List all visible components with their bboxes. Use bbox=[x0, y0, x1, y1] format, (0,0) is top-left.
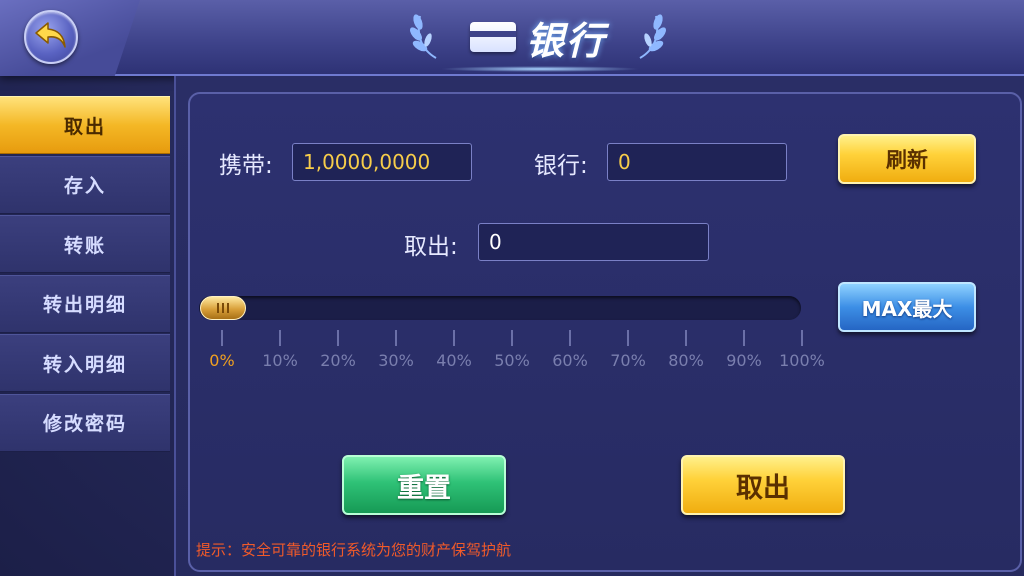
max-button[interactable]: MAX最大 bbox=[838, 282, 976, 332]
sidebar-item-label: 转入明细 bbox=[42, 353, 127, 376]
slider-tick-label: 10% bbox=[262, 351, 298, 370]
sidebar-item-withdraw[interactable]: 取出 bbox=[0, 96, 170, 154]
slider-tick bbox=[569, 330, 571, 346]
slider-tick bbox=[395, 330, 397, 346]
bank-label: 银行: bbox=[534, 153, 588, 179]
slider-tick-label: 60% bbox=[552, 351, 588, 370]
slider-tick bbox=[743, 330, 745, 346]
slider-tick-label: 40% bbox=[436, 351, 472, 370]
withdraw-button[interactable]: 取出 bbox=[681, 455, 845, 515]
security-hint: 提示：安全可靠的银行系统为您的财产保驾护航 bbox=[196, 541, 512, 559]
page-title: 银行 bbox=[525, 17, 606, 63]
max-button-label: MAX最大 bbox=[861, 296, 953, 321]
sidebar-item-label: 取出 bbox=[63, 115, 106, 138]
top-bar: 银行 bbox=[0, 0, 1024, 76]
slider-tick bbox=[221, 330, 223, 346]
slider-tick bbox=[337, 330, 339, 346]
withdraw-button-label: 取出 bbox=[736, 472, 790, 504]
withdraw-amount-input[interactable]: 0 bbox=[478, 223, 709, 261]
laurel-icon bbox=[634, 10, 668, 60]
carry-value-field: 1,0000,0000 bbox=[292, 143, 472, 181]
sidebar-item-label: 转出明细 bbox=[42, 294, 127, 316]
slider-tick bbox=[801, 330, 803, 346]
sidebar-item-change-password[interactable]: 修改密码 bbox=[0, 393, 170, 452]
sidebar: 取出 存入 转账 转出明细 转入明细 修改密码 bbox=[0, 96, 170, 456]
slider-tick bbox=[627, 330, 629, 346]
amount-slider-thumb[interactable] bbox=[200, 296, 246, 320]
slider-tick bbox=[685, 330, 687, 346]
slider-tick-label: 20% bbox=[320, 351, 356, 370]
sidebar-item-label: 存入 bbox=[63, 175, 106, 197]
slider-tick-label: 80% bbox=[668, 351, 704, 370]
amount-slider-track[interactable] bbox=[199, 296, 801, 320]
reset-button[interactable]: 重置 bbox=[342, 455, 506, 515]
title-glow bbox=[440, 66, 640, 72]
sidebar-item-label: 转账 bbox=[63, 234, 106, 257]
withdraw-amount-label: 取出: bbox=[404, 234, 458, 260]
slider-tick bbox=[511, 330, 513, 346]
refresh-button-label: 刷新 bbox=[886, 148, 928, 172]
back-button[interactable] bbox=[24, 10, 78, 64]
slider-tick-label: 70% bbox=[610, 351, 646, 370]
slider-tick-label: 0% bbox=[209, 351, 235, 370]
slider-tick-label: 100% bbox=[779, 351, 825, 370]
sidebar-item-transfer-out-details[interactable]: 转出明细 bbox=[0, 274, 170, 333]
back-arrow-icon bbox=[34, 20, 68, 54]
bank-value-field: 0 bbox=[607, 143, 787, 181]
laurel-icon bbox=[408, 10, 442, 60]
slider-tick bbox=[453, 330, 455, 346]
slider-tick-label: 30% bbox=[378, 351, 414, 370]
slider-tick-label: 90% bbox=[726, 351, 762, 370]
slider-tick bbox=[279, 330, 281, 346]
bank-card-icon bbox=[469, 22, 516, 52]
refresh-button[interactable]: 刷新 bbox=[838, 134, 976, 184]
sidebar-item-deposit[interactable]: 存入 bbox=[0, 155, 170, 214]
carry-label: 携带: bbox=[219, 153, 273, 179]
sidebar-item-transfer[interactable]: 转账 bbox=[0, 215, 170, 273]
slider-tick-label: 50% bbox=[494, 351, 530, 370]
reset-button-label: 重置 bbox=[397, 472, 451, 504]
title-group: 银行 bbox=[408, 6, 668, 68]
sidebar-item-transfer-in-details[interactable]: 转入明细 bbox=[0, 334, 170, 392]
sidebar-item-label: 修改密码 bbox=[42, 413, 127, 435]
